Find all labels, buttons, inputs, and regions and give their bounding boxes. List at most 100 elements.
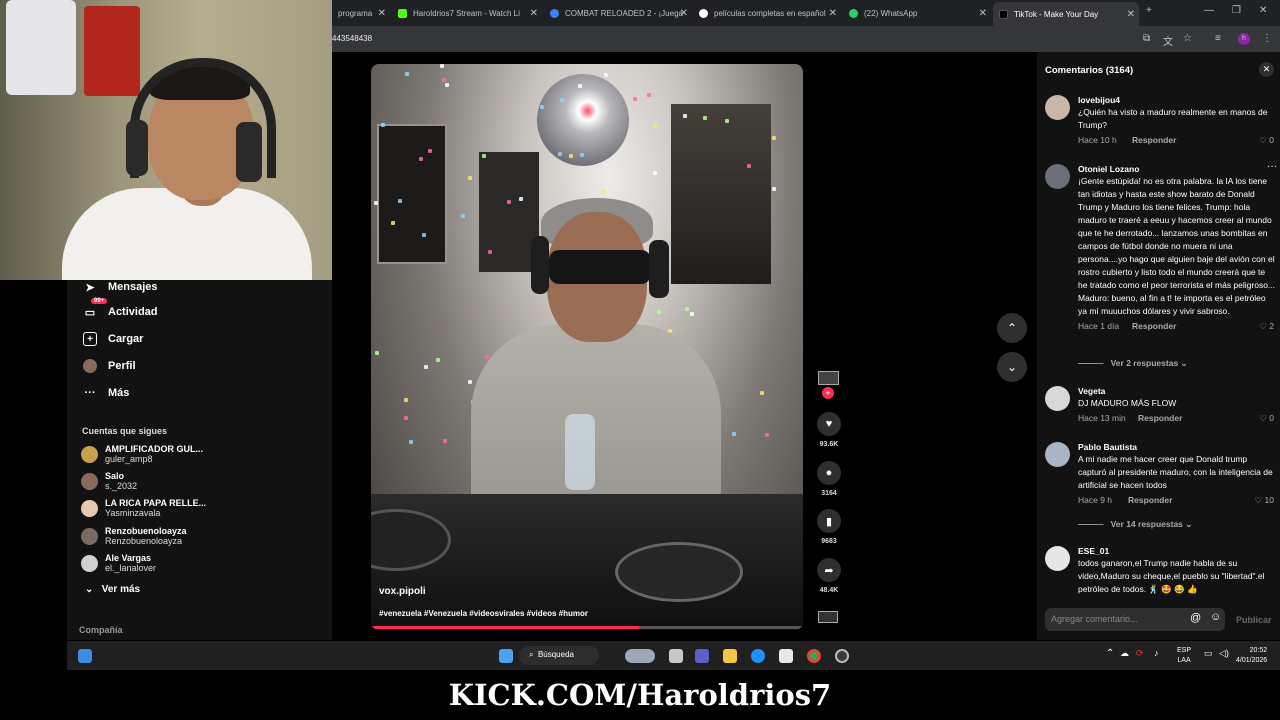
- save-action[interactable]: ▮ 9683: [816, 509, 842, 545]
- following-account[interactable]: AMPLIFICADOR GUL... guler_amp8: [81, 444, 203, 464]
- close-tab-icon[interactable]: ✕: [530, 8, 538, 19]
- view-replies-button[interactable]: ――― Ver 14 respuestas ⌄: [1078, 519, 1192, 530]
- network-icon[interactable]: ▭: [1204, 648, 1213, 659]
- following-account[interactable]: Renzobuenoloayza Renzobuenoloayza: [81, 526, 187, 546]
- company-link[interactable]: Compañía: [79, 625, 123, 635]
- nav-activity[interactable]: ▭ 99+ Actividad: [83, 298, 158, 319]
- whatsapp-favicon-icon: [849, 8, 858, 18]
- obs-icon[interactable]: [835, 649, 849, 663]
- light-sparkle: [657, 310, 661, 314]
- url-text[interactable]: 443548438: [332, 34, 372, 43]
- volume-icon[interactable]: ◁): [1219, 648, 1229, 659]
- tab-whatsapp[interactable]: (22) WhatsApp ✕: [843, 3, 991, 23]
- reply-button[interactable]: Responder: [1128, 494, 1172, 506]
- water-bottle: [565, 414, 595, 490]
- comment-like-button[interactable]: ♡ 2: [1259, 320, 1274, 332]
- comment-like-button[interactable]: ♡ 0: [1259, 412, 1274, 424]
- close-tab-icon[interactable]: ✕: [1127, 9, 1135, 20]
- avatar[interactable]: [1045, 546, 1070, 571]
- close-tab-icon[interactable]: ✕: [979, 8, 987, 19]
- reply-button[interactable]: Responder: [1138, 412, 1182, 424]
- close-tab-icon[interactable]: ✕: [680, 8, 688, 19]
- avatar[interactable]: [1045, 95, 1070, 120]
- microphone-icon[interactable]: ♪: [1154, 648, 1159, 658]
- nav-more[interactable]: ··· Más: [83, 386, 130, 400]
- tab-kick-stream[interactable]: Haroldrios7 Stream - Watch Li ✕: [392, 3, 542, 23]
- edge-icon[interactable]: [751, 649, 765, 663]
- taskbar-clock[interactable]: 20:52 4/01/2026: [1236, 646, 1267, 666]
- translate-icon[interactable]: 文: [1163, 33, 1173, 48]
- reply-button[interactable]: Responder: [1132, 134, 1176, 146]
- light-sparkle: [569, 154, 573, 158]
- light-sparkle: [440, 64, 444, 68]
- share-icon[interactable]: ➦: [817, 558, 841, 582]
- browser-menu-icon[interactable]: ⋮: [1262, 33, 1272, 44]
- share-action[interactable]: ➦ 48.4K: [816, 558, 842, 594]
- see-more-button[interactable]: ⌄ Ver más: [85, 584, 140, 595]
- video-hashtags[interactable]: #venezuela​ #Venezuela #videosvirales #v…: [379, 609, 588, 618]
- hanging-shirt: [84, 6, 140, 96]
- minimize-icon[interactable]: —: [1204, 5, 1214, 16]
- comment-icon[interactable]: ●: [817, 461, 841, 485]
- profile-avatar-icon[interactable]: h: [1238, 33, 1250, 45]
- avatar[interactable]: [1045, 164, 1070, 189]
- reply-button[interactable]: Responder: [1132, 320, 1176, 332]
- follow-plus-icon[interactable]: +: [822, 387, 834, 399]
- mention-icon[interactable]: @: [1190, 612, 1201, 624]
- chevron-up-icon[interactable]: ⌃: [1106, 648, 1114, 659]
- post-comment-button[interactable]: Publicar: [1236, 615, 1272, 625]
- heart-icon[interactable]: ♥: [817, 412, 841, 436]
- widgets-icon[interactable]: [78, 649, 92, 663]
- avatar[interactable]: [1045, 386, 1070, 411]
- new-tab-icon[interactable]: +: [1146, 5, 1152, 16]
- nav-messages[interactable]: ➤ Mensajes: [83, 280, 157, 294]
- like-action[interactable]: ♥ 93.6K: [816, 412, 842, 448]
- avatar[interactable]: [1045, 442, 1070, 467]
- task-view-icon[interactable]: [669, 649, 683, 663]
- following-account[interactable]: LA RICA PAPA RELLE... Yasminzavala: [81, 498, 206, 518]
- music-disc-icon[interactable]: [818, 611, 838, 623]
- close-tab-icon[interactable]: ✕: [378, 8, 386, 19]
- tab-tiktok[interactable]: TikTok - Make Your Day ✕: [993, 2, 1139, 26]
- comment-action[interactable]: ● 3164: [816, 461, 842, 497]
- close-tab-icon[interactable]: ✕: [829, 8, 837, 19]
- language-indicator[interactable]: ESP LAA: [1177, 646, 1191, 666]
- previous-video-button[interactable]: ⌃: [997, 313, 1027, 343]
- cloud-icon[interactable]: ☁: [1120, 648, 1129, 659]
- more-options-icon[interactable]: ···: [1267, 161, 1277, 172]
- tab-combat-reloaded[interactable]: COMBAT RELOADED 2 - ¡Juega ✕: [544, 3, 692, 23]
- sync-icon[interactable]: ⟳: [1136, 648, 1144, 659]
- light-sparkle: [732, 432, 736, 436]
- bookmark-star-icon[interactable]: ☆: [1183, 33, 1192, 44]
- following-account[interactable]: Salo s._2032: [81, 471, 137, 491]
- video-player[interactable]: vox.pipoli #venezuela​ #Venezuela #video…: [371, 64, 803, 630]
- comment-like-button[interactable]: ♡ 0: [1259, 134, 1274, 146]
- light-sparkle: [442, 78, 446, 82]
- video-author[interactable]: vox.pipoli: [379, 586, 426, 597]
- maximize-icon[interactable]: ❐: [1232, 5, 1241, 16]
- close-window-icon[interactable]: ✕: [1259, 5, 1267, 16]
- file-explorer-icon[interactable]: [723, 649, 737, 663]
- emoji-icon[interactable]: ☺: [1210, 611, 1221, 623]
- tab-programa[interactable]: programa ✕: [332, 3, 390, 23]
- taskbar-search[interactable]: ⌕ Búsqueda: [519, 646, 599, 665]
- bookmark-icon[interactable]: ▮: [817, 509, 841, 533]
- share-count: 48.4K: [819, 587, 839, 594]
- store-icon[interactable]: [779, 649, 793, 663]
- following-account[interactable]: Ale Vargas el._lanalover: [81, 553, 156, 573]
- creator-avatar[interactable]: [818, 371, 839, 385]
- nav-upload[interactable]: + Cargar: [83, 332, 143, 346]
- close-icon[interactable]: ✕: [1259, 62, 1274, 77]
- next-video-button[interactable]: ⌄: [997, 352, 1027, 382]
- media-control-icon[interactable]: ≡: [1215, 33, 1221, 44]
- comment-like-button[interactable]: ♡ 10: [1255, 494, 1274, 506]
- view-replies-button[interactable]: ――― Ver 2 respuestas ⌄: [1078, 358, 1188, 369]
- teams-icon[interactable]: [695, 649, 709, 663]
- windows-start-icon[interactable]: [499, 649, 513, 663]
- chrome-icon[interactable]: [807, 649, 821, 663]
- install-app-icon[interactable]: ⧉: [1143, 33, 1150, 44]
- light-sparkle: [772, 187, 776, 191]
- video-progress-bar[interactable]: [371, 626, 803, 629]
- nav-profile[interactable]: Perfil: [83, 359, 136, 373]
- tab-google-search[interactable]: películas completas en español ✕: [693, 3, 841, 23]
